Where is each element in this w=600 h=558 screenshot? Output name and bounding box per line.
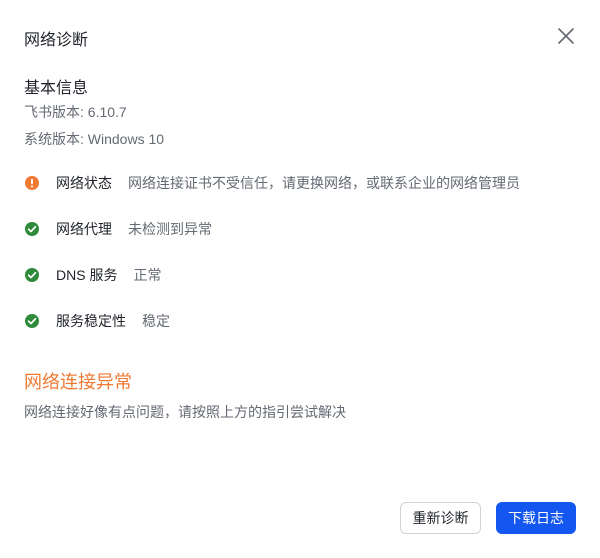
check-message: 正常 <box>133 267 162 283</box>
dialog-title: 网络诊断 <box>24 32 89 49</box>
check-name: 服务稳定性 <box>56 313 126 329</box>
check-message: 未检测到异常 <box>128 221 212 237</box>
feishu-version-row: 飞书版本: 6.10.7 <box>24 102 127 122</box>
warning-icon <box>25 176 39 190</box>
close-button[interactable] <box>554 24 578 48</box>
check-row-network-proxy: 网络代理 未检测到异常 <box>24 219 212 239</box>
feishu-version-value: 6.10.7 <box>87 104 127 120</box>
network-diagnosis-dialog: 网络诊断 基本信息 飞书版本: 6.10.7 系统版本: Windows 10 … <box>0 0 600 558</box>
result-title: 网络连接异常 <box>24 372 132 392</box>
check-row-dns-service: DNS 服务 正常 <box>24 265 161 285</box>
basic-info-heading: 基本信息 <box>24 80 89 97</box>
check-circle-icon <box>25 222 39 236</box>
feishu-version-label: 飞书版本: <box>24 104 88 120</box>
check-circle-icon <box>25 268 39 282</box>
system-version-row: 系统版本: Windows 10 <box>24 129 164 149</box>
check-name: 网络状态 <box>56 175 112 191</box>
check-message: 网络连接证书不受信任，请更换网络，或联系企业的网络管理员 <box>128 175 520 191</box>
result-description: 网络连接好像有点问题，请按照上方的指引尝试解决 <box>24 404 346 420</box>
check-row-network-status: 网络状态 网络连接证书不受信任，请更换网络，或联系企业的网络管理员 <box>24 173 520 193</box>
check-message: 稳定 <box>142 313 170 329</box>
rediagnose-button[interactable]: 重新诊断 <box>400 502 481 534</box>
check-row-service-stability: 服务稳定性 稳定 <box>24 311 170 331</box>
check-circle-icon <box>25 314 39 328</box>
close-icon[interactable] <box>554 24 578 48</box>
system-version-value: Windows 10 <box>87 131 165 147</box>
check-name: DNS 服务 <box>56 267 118 283</box>
download-log-button[interactable]: 下载日志 <box>496 502 576 534</box>
system-version-label: 系统版本: <box>24 131 88 147</box>
check-name: 网络代理 <box>56 221 112 237</box>
